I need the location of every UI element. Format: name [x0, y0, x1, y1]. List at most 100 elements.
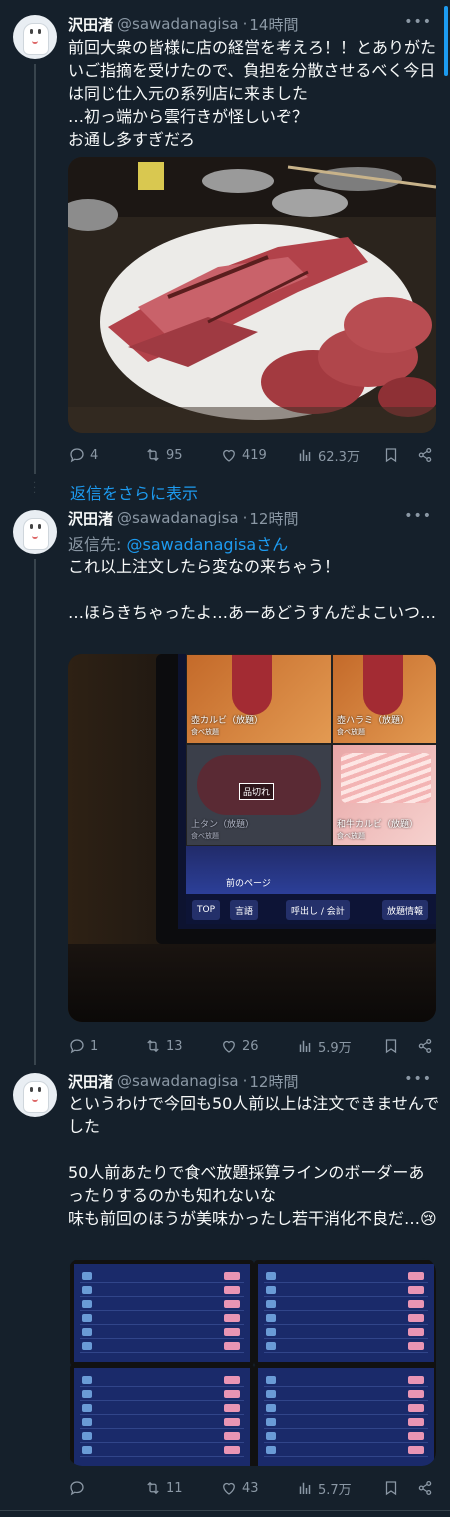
views-button[interactable]: 5.9万 [296, 1037, 382, 1056]
tweet-3[interactable]: 沢田渚 @sawadanagisa · 12時間 ••• というわけで今回も50… [0, 1066, 450, 1506]
photo-4[interactable] [254, 1364, 436, 1466]
photo-3[interactable] [70, 1364, 254, 1466]
retweet-icon [147, 1039, 159, 1053]
share-button[interactable] [416, 446, 438, 464]
menu-item-sub: 食べ放題 [337, 832, 365, 840]
top-button[interactable]: TOP [192, 900, 221, 920]
handle[interactable]: @sawadanagisa [117, 1072, 239, 1090]
display-name[interactable]: 沢田渚 [68, 1071, 113, 1092]
tablet-bottom-bar: TOP 言語 呼出し / 会計 放題情報 [186, 894, 436, 924]
heart-icon [223, 1482, 235, 1495]
photo-2[interactable] [254, 1260, 436, 1366]
tweet-text: というわけで今回も50人前以上は注文できませんでした 50人前あたりで食べ放題採… [68, 1094, 440, 1228]
menu-item-label: 和牛カルビ（放題） [337, 820, 419, 830]
bookmark-button[interactable] [382, 1037, 416, 1055]
view-count: 5.7万 [318, 1482, 352, 1498]
thread-line [34, 559, 36, 1065]
bookmark-button[interactable] [382, 1479, 416, 1497]
language-button[interactable]: 言語 [230, 900, 259, 920]
menu-item-label: 壺カルビ（放題） [191, 716, 264, 726]
share-icon [418, 447, 432, 463]
reply-count: 4 [90, 447, 99, 463]
view-count: 62.3万 [318, 449, 360, 465]
reply-icon [70, 448, 84, 463]
timestamp[interactable]: 14時間 [249, 14, 298, 35]
menu-item-label: 上タン（放題） [191, 820, 255, 830]
reply-icon [70, 1039, 84, 1054]
like-count: 26 [242, 1038, 259, 1054]
retweet-icon [147, 1481, 159, 1495]
reply-button[interactable]: 1 [68, 1037, 144, 1055]
reply-button[interactable] [68, 1479, 144, 1497]
menu-item-sub: 食べ放題 [191, 832, 219, 840]
thread-line [34, 64, 36, 474]
tweet-actions: 11 43 5.7万 [68, 1477, 438, 1499]
share-button[interactable] [416, 1479, 438, 1497]
replying-to-handle[interactable]: @sawadanagisaさん [126, 535, 288, 554]
retweet-button[interactable]: 95 [144, 446, 220, 464]
avatar[interactable] [13, 510, 57, 554]
like-button[interactable]: 26 [220, 1037, 296, 1055]
reply-count: 1 [90, 1038, 99, 1054]
separator-dot: · [242, 1072, 248, 1090]
menu-item-1[interactable]: 壺カルビ（放題） 食べ放題 [186, 654, 332, 744]
timestamp[interactable]: 12時間 [249, 1071, 298, 1092]
views-button[interactable]: 5.7万 [296, 1479, 382, 1498]
photo-1[interactable] [70, 1260, 254, 1366]
reply-button[interactable]: 4 [68, 446, 144, 464]
tweet-actions: 4 95 419 62.3万 [68, 444, 438, 466]
views-button[interactable]: 62.3万 [296, 446, 382, 465]
avatar[interactable] [13, 1073, 57, 1117]
share-icon [418, 1038, 432, 1054]
more-icon[interactable]: ••• [404, 14, 432, 30]
like-count: 419 [242, 447, 267, 463]
plate-photo [68, 157, 436, 433]
call-checkout-button[interactable]: 呼出し / 会計 [286, 900, 350, 920]
bookmark-icon [385, 1481, 397, 1496]
analytics-icon [299, 449, 311, 461]
like-button[interactable]: 43 [220, 1479, 296, 1497]
timestamp[interactable]: 12時間 [249, 508, 298, 529]
retweet-button[interactable]: 11 [144, 1479, 220, 1497]
menu-item-2[interactable]: 壺ハラミ（放題） 食べ放題 [332, 654, 436, 744]
bookmark-icon [385, 448, 397, 463]
separator-dot: · [242, 15, 248, 33]
like-count: 43 [242, 1480, 259, 1496]
retweet-count: 95 [166, 447, 183, 463]
menu-item-label: 壺ハラミ（放題） [337, 716, 410, 726]
thread-dots: · · · [33, 478, 37, 499]
divider [0, 1510, 450, 1511]
bookmark-button[interactable] [382, 446, 416, 464]
retweet-button[interactable]: 13 [144, 1037, 220, 1055]
analytics-icon [299, 1482, 311, 1494]
prev-page-button[interactable]: 前のページ [226, 876, 271, 889]
tweet-1[interactable]: 沢田渚 @sawadanagisa · 14時間 ••• 前回大衆の皆様に店の経… [0, 0, 450, 480]
more-icon[interactable]: ••• [404, 1071, 432, 1087]
reply-icon [70, 1481, 84, 1496]
display-name[interactable]: 沢田渚 [68, 508, 113, 529]
more-icon[interactable]: ••• [404, 508, 432, 524]
all-you-can-eat-info-button[interactable]: 放題情報 [382, 900, 429, 920]
tweet-text: 前回大衆の皆様に店の経営を考えろ！！とありがたいご指摘を受けたので、負担を分散さ… [68, 38, 437, 149]
handle[interactable]: @sawadanagisa [117, 509, 239, 527]
sold-out-badge: 品切れ [239, 783, 275, 800]
menu-item-sub: 食べ放題 [337, 728, 365, 736]
handle[interactable]: @sawadanagisa [117, 15, 239, 33]
tweet-2[interactable]: 沢田渚 @sawadanagisa · 12時間 ••• 返信先: @sawad… [0, 503, 450, 1065]
display-name[interactable]: 沢田渚 [68, 14, 113, 35]
tweet-photo[interactable] [68, 157, 436, 433]
like-button[interactable]: 419 [220, 446, 296, 464]
retweet-count: 11 [166, 1480, 183, 1496]
bookmark-icon [385, 1039, 397, 1054]
share-button[interactable] [416, 1037, 438, 1055]
photo-grid [68, 1258, 436, 1466]
tweet-actions: 1 13 26 5.9万 [68, 1035, 438, 1057]
menu-item-3[interactable]: 品切れ 上タン（放題） 食べ放題 [186, 744, 332, 846]
retweet-count: 13 [166, 1038, 183, 1054]
menu-item-4[interactable]: 和牛カルビ（放題） 食べ放題 [332, 744, 436, 846]
retweet-icon [147, 448, 159, 462]
tweet-photo[interactable]: 壺カルビ（放題） 食べ放題 壺ハラミ（放題） 食べ放題 品切れ 上タン（放題） … [68, 654, 436, 1022]
replying-to: 返信先: @sawadanagisaさん [68, 531, 288, 555]
avatar[interactable] [13, 15, 57, 59]
show-more-replies-link[interactable]: 返信をさらに表示 [70, 480, 198, 504]
